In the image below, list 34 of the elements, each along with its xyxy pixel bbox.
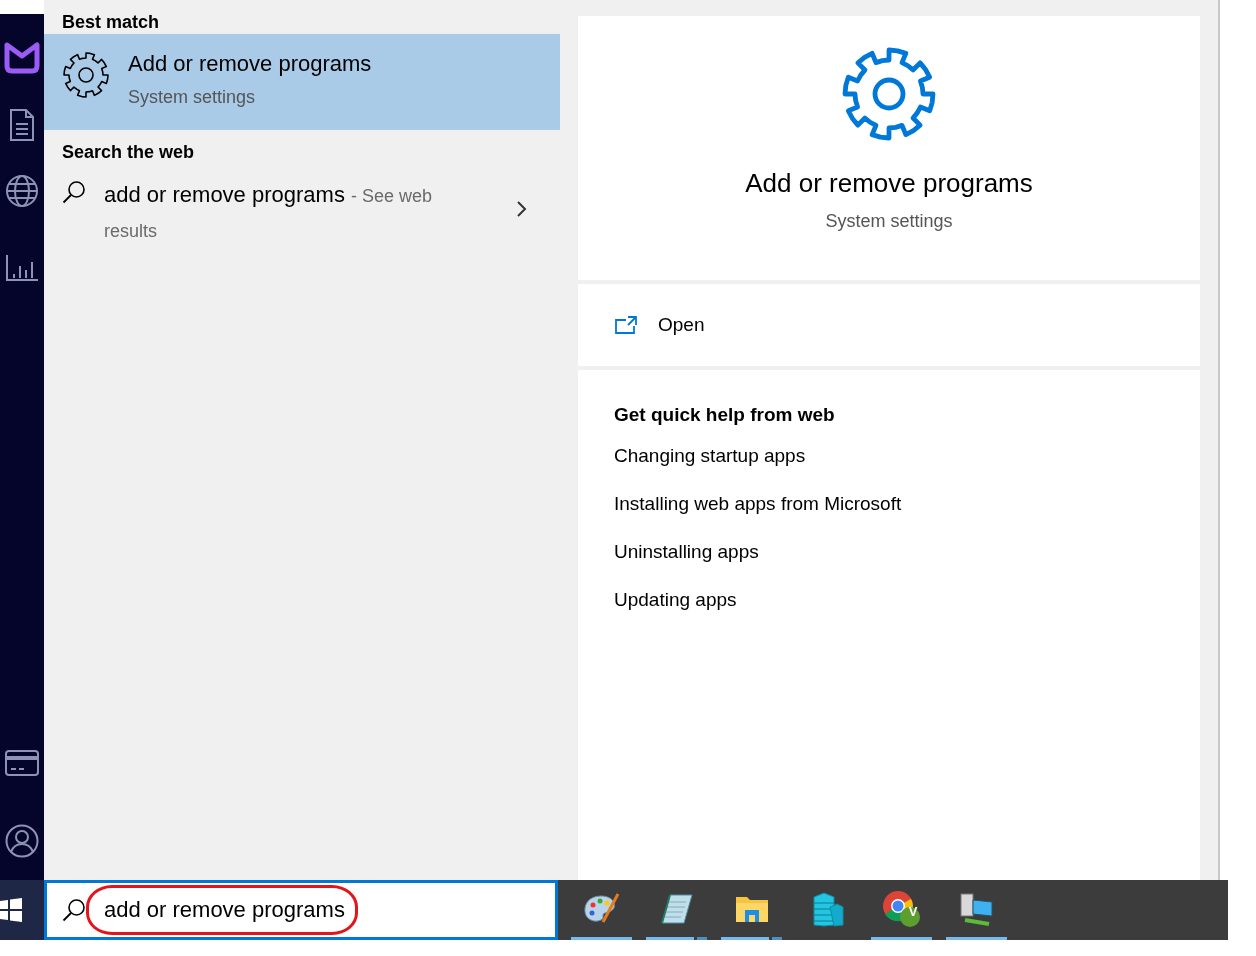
search-field[interactable]: add or remove programs: [44, 880, 558, 940]
logo-icon[interactable]: [4, 40, 40, 74]
help-link[interactable]: Changing startup apps: [614, 442, 806, 490]
section-heading: Search the web: [61, 141, 196, 164]
help-link[interactable]: Uninstalling apps: [614, 538, 759, 586]
search-icon: [62, 180, 86, 204]
search-icon: [62, 898, 86, 922]
gear-icon: [841, 46, 937, 142]
preview-title: Add or remove programs: [745, 168, 1033, 199]
best-match-item[interactable]: Add or remove programs System settings: [44, 34, 560, 130]
web-result-item[interactable]: add or remove programs - See web results: [44, 164, 560, 246]
help-link[interactable]: Updating apps: [614, 586, 737, 634]
result-title: Add or remove programs: [128, 51, 372, 77]
help-heading: Get quick help from web: [614, 404, 836, 426]
chevron-right-icon: [516, 200, 528, 218]
globe-icon[interactable]: [5, 174, 39, 208]
web-result-text: add or remove programs - See web results: [104, 181, 434, 243]
search-input[interactable]: add or remove programs: [104, 897, 504, 923]
gear-icon: [62, 51, 110, 99]
open-action[interactable]: Open: [614, 314, 705, 336]
open-external-icon: [614, 315, 638, 335]
help-link[interactable]: Installing web apps from Microsoft: [614, 490, 902, 538]
preview-subtitle: System settings: [825, 211, 953, 232]
windows-logo-icon[interactable]: [0, 897, 22, 923]
document-icon[interactable]: [9, 108, 35, 142]
network-computer-icon: [958, 891, 995, 926]
section-heading: Best match: [61, 11, 161, 34]
result-subtitle: System settings: [128, 87, 257, 108]
notepad-icon: [659, 891, 694, 926]
card-icon[interactable]: [5, 750, 39, 776]
user-icon[interactable]: [5, 824, 39, 858]
badge-letter: V: [907, 904, 919, 919]
bar-chart-icon[interactable]: [5, 254, 39, 282]
browser-icon: [881, 889, 922, 928]
